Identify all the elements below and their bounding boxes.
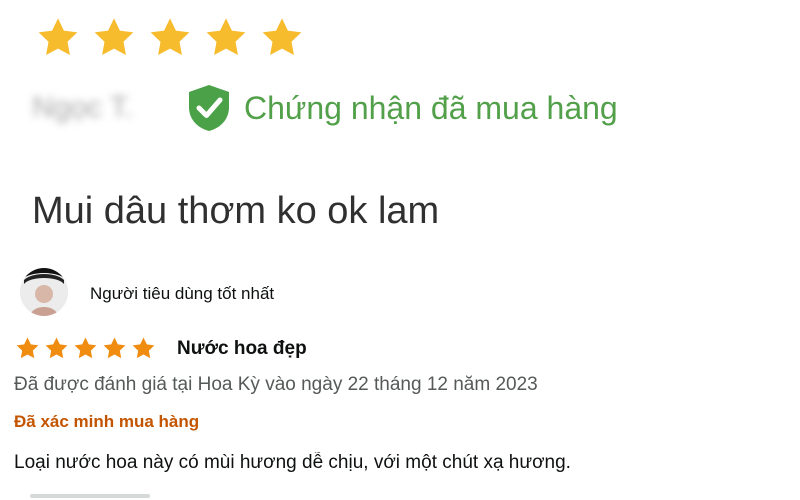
star-icon: [94, 18, 134, 55]
top-review-title: Mui dâu thơm ko ok lam: [32, 190, 440, 232]
star-icon: [132, 337, 155, 359]
star-icon: [206, 18, 246, 55]
star-icon: [16, 337, 39, 359]
shield-check-icon: [189, 85, 229, 131]
star-icon: [45, 337, 68, 359]
review-title[interactable]: Nước hoa đẹp: [177, 338, 307, 360]
verified-purchase-badge[interactable]: Đã xác minh mua hàng: [14, 412, 199, 432]
avatar-image: [20, 268, 68, 316]
star-icon: [262, 18, 302, 55]
review-date: Đã được đánh giá tại Hoa Kỳ vào ngày 22 …: [14, 374, 538, 395]
star-icon: [74, 337, 97, 359]
profile-name[interactable]: Người tiêu dùng tốt nhất: [90, 284, 274, 304]
divider: [30, 494, 150, 498]
top-reviewer-row: Ngọc T. Chứng nhận đã mua hàng: [32, 82, 618, 134]
star-icon: [103, 337, 126, 359]
rating-row: Nước hoa đẹp: [14, 335, 307, 362]
rating-stars[interactable]: [14, 335, 157, 362]
reviewer-name-blurred: Ngọc T.: [32, 91, 134, 124]
review-body: Loại nước hoa này có mùi hương dễ chịu, …: [14, 452, 571, 473]
verified-purchase-label: Chứng nhận đã mua hàng: [244, 89, 618, 126]
star-icon: [38, 18, 78, 55]
star-icon: [150, 18, 190, 55]
top-rating-stars: [34, 14, 306, 62]
user-avatar-icon[interactable]: [20, 268, 68, 316]
text-fade-overlay: [740, 448, 800, 480]
